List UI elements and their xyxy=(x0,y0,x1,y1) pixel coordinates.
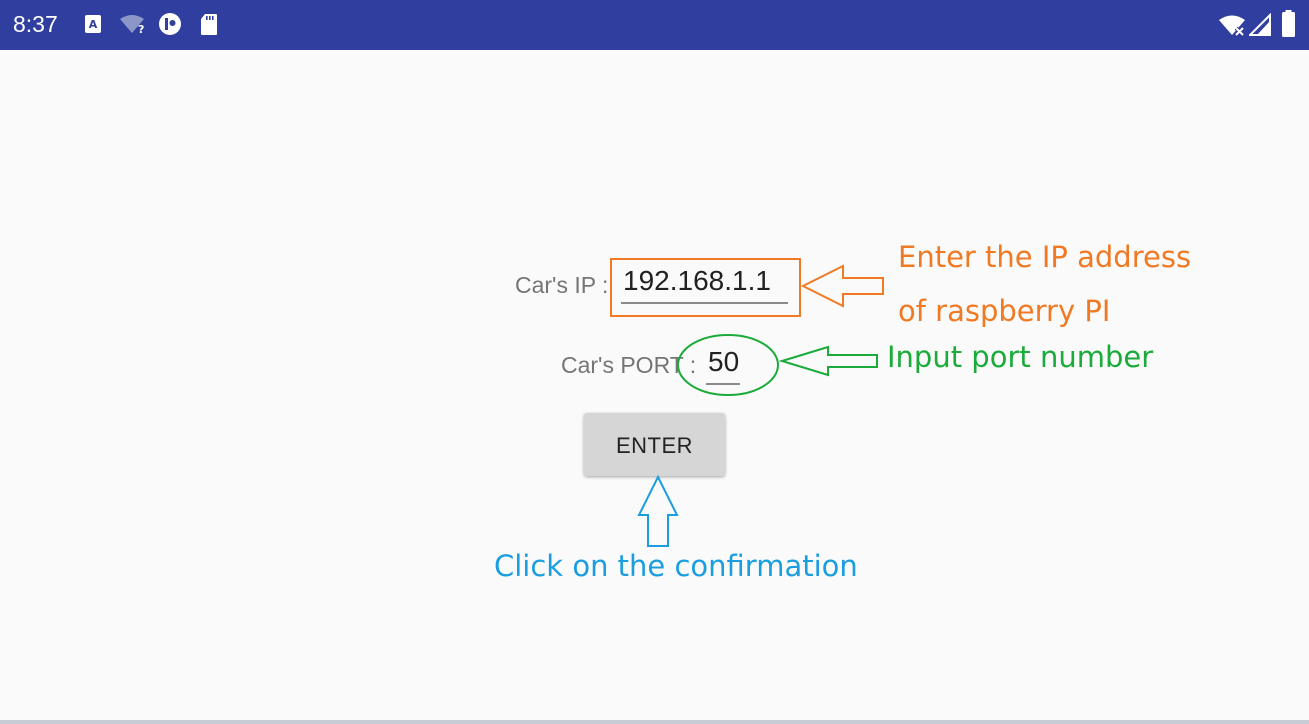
wifi-off-icon xyxy=(1219,15,1245,37)
ip-arrow-icon xyxy=(800,264,884,308)
port-highlight-ellipse xyxy=(677,334,779,396)
enter-arrow-icon xyxy=(637,474,679,547)
enter-hint: Click on the confirmation xyxy=(494,549,858,583)
signal-icon xyxy=(1249,13,1271,36)
status-time: 8:37 xyxy=(13,11,58,37)
svg-text:A: A xyxy=(89,18,98,31)
sd-card-icon xyxy=(201,14,217,35)
svg-text:?: ? xyxy=(138,23,144,35)
annotation-overlay xyxy=(610,258,884,547)
circle-app-icon xyxy=(159,13,181,35)
port-arrow-icon xyxy=(778,345,878,377)
status-bar: 8:37 A ? xyxy=(0,0,1309,50)
nav-divider xyxy=(0,720,1309,724)
ip-hint-line1: Enter the IP address xyxy=(898,240,1192,274)
app-a-icon: A xyxy=(85,15,101,33)
wifi-question-icon: ? xyxy=(120,15,144,35)
port-hint: Input port number xyxy=(887,340,1154,374)
ip-hint-line2: of raspberry PI xyxy=(898,294,1111,328)
ip-highlight-box xyxy=(610,258,801,317)
battery-icon xyxy=(1282,10,1295,37)
main-content: Car's IP : 192.168.1.1 Car's PORT : 50 E… xyxy=(0,50,1309,720)
